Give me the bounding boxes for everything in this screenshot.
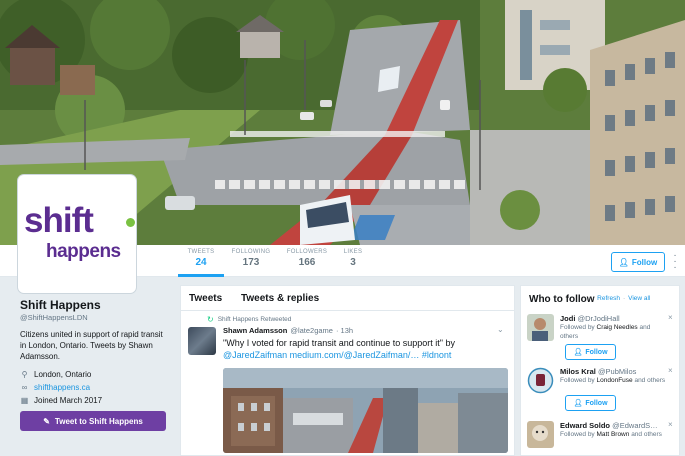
- suggestion-follow-label: Follow: [585, 399, 608, 407]
- suggestion-avatar[interactable]: [527, 314, 554, 341]
- logo-text-happens: happens: [46, 241, 121, 262]
- add-user-icon: 👤︎: [573, 349, 583, 356]
- who-to-follow-title: Who to follow: [529, 294, 595, 305]
- stat-followers-label: FOLLOWERS: [286, 249, 328, 255]
- suggestion-follow-button[interactable]: 👤︎ Follow: [565, 344, 616, 360]
- suggestion-name[interactable]: Milos Kral: [560, 367, 596, 376]
- suggestion-handle[interactable]: @DrJodiHall: [578, 314, 620, 323]
- stat-following-value: 173: [242, 257, 260, 268]
- tweet-media-illustration: [223, 368, 508, 453]
- tab-tweets-and-replies[interactable]: Tweets & replies: [241, 293, 319, 304]
- followed-by-user[interactable]: Matt Brown: [597, 431, 630, 438]
- kebab-icon[interactable]: · · ·: [671, 251, 679, 273]
- close-icon[interactable]: ×: [668, 366, 673, 375]
- profile-location: ⚲ London, Ontario: [20, 370, 170, 379]
- add-user-icon: 👤︎: [618, 257, 629, 267]
- tweet-text: "Why I voted for rapid transit and conti…: [223, 337, 508, 361]
- tweet-media-image[interactable]: [223, 368, 508, 453]
- followed-by-text: Followed by Craig Needles and others: [560, 323, 668, 341]
- view-all-link[interactable]: View all: [628, 295, 650, 302]
- suggestion-name-line[interactable]: Jodi @DrJodiHall: [560, 314, 620, 323]
- tweet-to-button[interactable]: ✎ Tweet to Shift Happens: [20, 411, 166, 431]
- profile-bio: Citizens united in support of rapid tran…: [20, 330, 163, 361]
- profile-location-text: London, Ontario: [34, 370, 92, 379]
- tweet-author-name[interactable]: Shawn Adamsson: [223, 326, 287, 335]
- stat-followers[interactable]: FOLLOWERS 166: [284, 249, 330, 268]
- followed-by-prefix: Followed by: [560, 324, 595, 331]
- followed-by-suffix: and others: [631, 431, 662, 438]
- suggestion-avatar-image: [527, 421, 554, 448]
- chevron-down-icon[interactable]: ⌄: [497, 325, 504, 334]
- stat-followers-value: 166: [298, 257, 316, 268]
- close-icon[interactable]: ×: [668, 420, 673, 429]
- suggestion-avatar-image: [527, 367, 554, 394]
- stat-likes[interactable]: LIKES 3: [330, 249, 376, 268]
- suggestion-follow-label: Follow: [585, 348, 608, 356]
- suggestion-name[interactable]: Jodi: [560, 314, 575, 323]
- tweet-to-label: Tweet to Shift Happens: [54, 416, 143, 426]
- profile-website[interactable]: ∞ shifthappens.ca: [20, 383, 170, 392]
- who-to-follow-panel: Who to follow · Refresh · View all Jodi …: [520, 285, 680, 456]
- profile-joined: ▦ Joined March 2017: [20, 396, 170, 405]
- stat-tweets-label: TWEETS: [187, 249, 215, 255]
- retweet-context: ↻ Shift Happens Retweeted: [207, 315, 291, 324]
- tweet-header: Shawn Adamsson @late2game · 13h: [223, 326, 353, 335]
- link-icon: ∞: [21, 383, 28, 392]
- suggestion-name[interactable]: Edward Soldo: [560, 421, 610, 430]
- logo-text-shift: shift: [24, 201, 94, 240]
- followed-by-prefix: Followed by: [560, 377, 595, 384]
- tweet-author-avatar[interactable]: [188, 327, 216, 355]
- profile-joined-text: Joined March 2017: [34, 396, 103, 405]
- who-to-follow-links: · Refresh · View all: [592, 295, 650, 302]
- profile-name[interactable]: Shift Happens: [20, 298, 170, 312]
- follow-button-label: Follow: [631, 257, 658, 267]
- tab-tweets[interactable]: Tweets: [189, 293, 222, 304]
- followed-by-text: Followed by LondonFuse and others: [560, 376, 668, 385]
- suggestion-name-line[interactable]: Edward Soldo @EdwardS…: [560, 421, 658, 430]
- retweet-icon: ↻: [207, 315, 214, 324]
- profile-handle[interactable]: @ShiftHappensLDN: [20, 313, 170, 322]
- logo-dot-icon: [126, 218, 135, 227]
- tweet-timestamp[interactable]: · 13h: [336, 326, 353, 335]
- stat-tweets[interactable]: TWEETS 24: [178, 249, 224, 277]
- suggestion-name-line[interactable]: Milos Kral @PubMilos: [560, 367, 636, 376]
- location-pin-icon: ⚲: [21, 370, 28, 379]
- tweet-author-handle[interactable]: @late2game: [290, 326, 333, 335]
- stat-following-label: FOLLOWING: [231, 249, 271, 255]
- follow-button[interactable]: 👤︎ Follow: [611, 252, 665, 272]
- suggestion-avatar-image: [527, 314, 554, 341]
- profile-avatar[interactable]: shift happens: [18, 175, 136, 293]
- suggestion-handle[interactable]: @PubMilos: [598, 367, 636, 376]
- separator-dot: ·: [622, 295, 626, 302]
- suggestion-follow-button[interactable]: 👤︎ Follow: [565, 395, 616, 411]
- tweet-text-body: "Why I voted for rapid transit and conti…: [223, 338, 456, 348]
- followed-by-text: Followed by Matt Brown and others: [560, 430, 668, 439]
- followed-by-prefix: Followed by: [560, 431, 595, 438]
- followed-by-user[interactable]: Craig Needles: [597, 324, 638, 331]
- compose-icon: ✎: [43, 416, 50, 426]
- stat-likes-label: LIKES: [343, 249, 363, 255]
- profile-info: Shift Happens @ShiftHappensLDN Citizens …: [20, 298, 170, 405]
- calendar-icon: ▦: [20, 396, 29, 405]
- suggestion-avatar[interactable]: [527, 367, 554, 394]
- profile-website-link[interactable]: shifthappens.ca: [34, 383, 90, 392]
- timeline: Tweets Tweets & replies ↻ Shift Happens …: [180, 285, 515, 456]
- followed-by-suffix: and others: [634, 377, 666, 384]
- suggestion-avatar[interactable]: [527, 421, 554, 448]
- separator-dot: ·: [592, 295, 595, 302]
- followed-by-user[interactable]: LondonFuse: [597, 377, 633, 384]
- stat-tweets-value: 24: [195, 257, 207, 268]
- close-icon[interactable]: ×: [668, 313, 673, 322]
- tweet-text-links[interactable]: @JaredZaifman medium.com/@JaredZaifman/……: [223, 350, 451, 360]
- add-user-icon: 👤︎: [573, 400, 583, 407]
- timeline-tabs: Tweets Tweets & replies: [181, 286, 514, 311]
- refresh-link[interactable]: Refresh: [597, 295, 620, 302]
- retweet-context-label[interactable]: Shift Happens Retweeted: [218, 316, 292, 323]
- stat-likes-value: 3: [350, 257, 356, 268]
- suggestion-handle[interactable]: @EdwardS…: [612, 421, 658, 430]
- stat-following[interactable]: FOLLOWING 173: [228, 249, 274, 268]
